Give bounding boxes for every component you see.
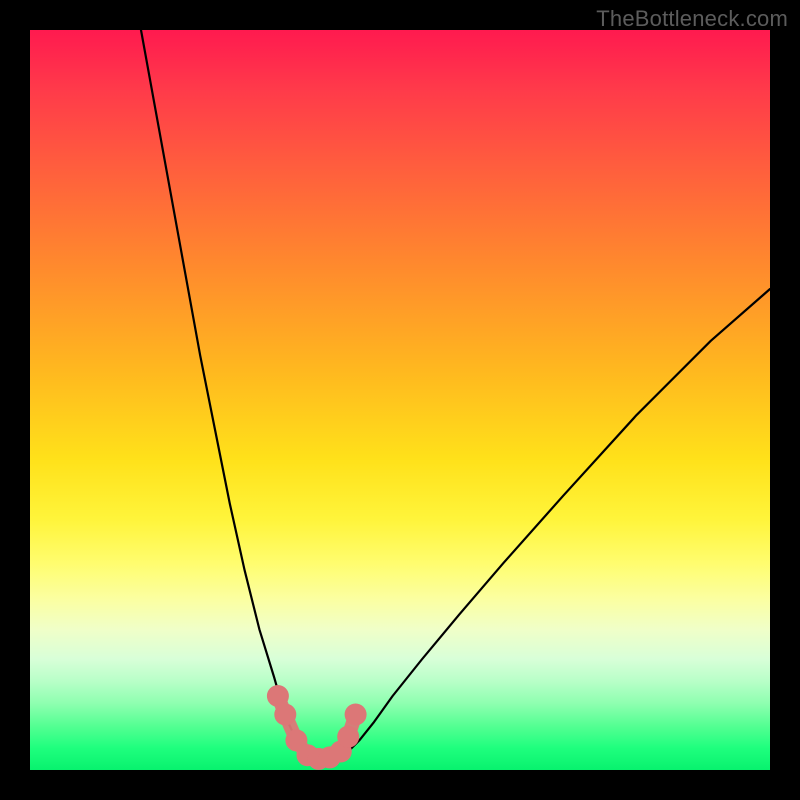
series-valley-markers: [267, 685, 367, 770]
chart-svg: [30, 30, 770, 770]
outer-frame: TheBottleneck.com: [0, 0, 800, 800]
watermark-text: TheBottleneck.com: [596, 6, 788, 32]
series-right-branch: [341, 289, 770, 757]
series-left-branch: [141, 30, 311, 757]
chart-canvas: [30, 30, 770, 770]
